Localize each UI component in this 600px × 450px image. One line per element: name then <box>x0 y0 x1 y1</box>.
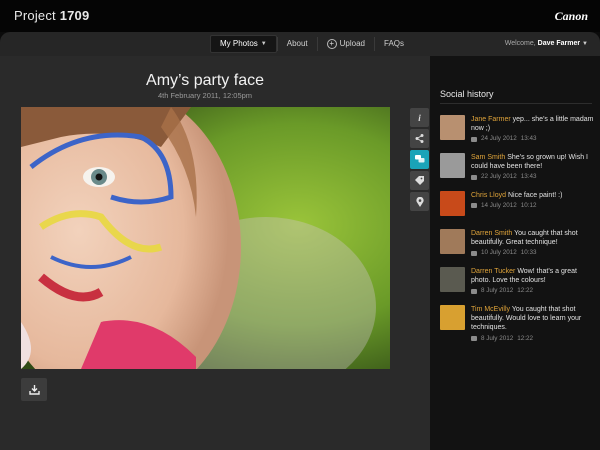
comments-icon[interactable] <box>410 150 429 169</box>
entry-text: Darren Tucker Wow! that’s a great photo.… <box>471 267 595 296</box>
avatar[interactable] <box>440 305 465 330</box>
main-photo[interactable] <box>21 107 390 369</box>
entry-date: 24 July 2012 <box>481 135 517 143</box>
entry-date: 14 July 2012 <box>481 202 517 210</box>
nav-faqs[interactable]: FAQs <box>375 35 413 53</box>
entry-date: 8 July 2012 <box>481 334 514 342</box>
comment-icon <box>471 335 477 341</box>
brand-number: 1709 <box>59 8 90 23</box>
entry-meta: 14 July 2012 10:12 <box>471 201 595 210</box>
entry-text: Darren Smith You caught that shot beauti… <box>471 229 595 258</box>
brand-prefix: Project <box>14 8 56 23</box>
entry-message: Nice face paint! :) <box>507 192 563 199</box>
photo-image <box>21 107 390 369</box>
entry-meta: 22 July 2012 13:43 <box>471 172 595 181</box>
welcome-label: Welcome, <box>504 40 536 47</box>
nav-upload[interactable]: + Upload <box>318 35 374 53</box>
entry-time: 12:22 <box>517 287 533 295</box>
chevron-down-icon: ▼ <box>582 41 588 47</box>
social-entry: Chris Lloyd Nice face paint! :) 14 July … <box>440 191 595 229</box>
social-entry: Jane Farmer yep... she’s a little madam … <box>440 115 595 153</box>
social-sidebar: Social history Jane Farmer yep... she’s … <box>430 56 600 450</box>
social-feed: Jane Farmer yep... she’s a little madam … <box>440 115 595 343</box>
download-icon <box>28 385 40 395</box>
entry-author[interactable]: Jane Farmer <box>471 116 511 123</box>
entry-time: 12:22 <box>517 334 533 342</box>
photo-panel: Amy’s party face 4th February 2011, 12:0… <box>0 56 430 450</box>
brand-bar: Project 1709 Canon <box>0 0 600 32</box>
avatar[interactable] <box>440 229 465 254</box>
entry-meta: 10 July 2012 10:33 <box>471 248 595 257</box>
entry-date: 22 July 2012 <box>481 173 517 181</box>
entry-meta: 8 July 2012 12:22 <box>471 334 595 343</box>
comment-icon <box>471 288 477 294</box>
nav-my-photos[interactable]: My Photos ▼ <box>210 35 277 53</box>
photo-date: 4th February 2011, 12:05pm <box>157 91 253 100</box>
entry-author[interactable]: Darren Smith <box>471 230 512 237</box>
sidebar-divider <box>440 103 592 104</box>
photo-toolbar: i <box>410 108 429 211</box>
avatar[interactable] <box>440 267 465 292</box>
nav-my-photos-label: My Photos <box>220 39 258 48</box>
social-entry: Sam Smith She’s so grown up! Wish I coul… <box>440 153 595 191</box>
entry-meta: 8 July 2012 12:22 <box>471 286 595 295</box>
entry-author[interactable]: Darren Tucker <box>471 268 515 275</box>
entry-author[interactable]: Tim McEvilly <box>471 306 510 313</box>
comment-icon <box>471 136 477 142</box>
photo-title: Amy’s party face <box>146 72 264 89</box>
comment-icon <box>471 174 477 180</box>
entry-text: Jane Farmer yep... she’s a little madam … <box>471 115 595 144</box>
nav-upload-label: Upload <box>339 39 366 48</box>
comment-icon <box>471 203 477 209</box>
entry-text: Sam Smith She’s so grown up! Wish I coul… <box>471 153 595 182</box>
social-entry: Darren Smith You caught that shot beauti… <box>440 229 595 267</box>
comment-icon <box>471 250 477 256</box>
social-entry: Tim McEvilly You caught that shot beauti… <box>440 305 595 343</box>
sidebar-title: Social history <box>440 89 494 99</box>
site-brand[interactable]: Project 1709 <box>14 8 89 23</box>
info-icon[interactable]: i <box>410 108 429 127</box>
entry-meta: 24 July 2012 13:43 <box>471 134 595 143</box>
avatar[interactable] <box>440 191 465 216</box>
entry-time: 10:33 <box>520 249 537 257</box>
canon-logo: Canon <box>554 9 588 23</box>
entry-author[interactable]: Chris Lloyd <box>471 192 506 199</box>
avatar[interactable] <box>440 153 465 178</box>
download-button[interactable] <box>21 378 47 401</box>
chevron-down-icon: ▼ <box>260 41 267 47</box>
user-menu[interactable]: Welcome, Dave Farmer ▼ <box>505 40 588 47</box>
share-icon[interactable] <box>410 129 429 148</box>
upload-icon: + <box>326 39 337 49</box>
entry-time: 10:12 <box>520 202 537 210</box>
entry-date: 10 July 2012 <box>481 249 517 257</box>
nav-bar: My Photos ▼ About + Upload FAQs Welcome, D… <box>0 32 600 56</box>
entry-text: Tim McEvilly You caught that shot beauti… <box>471 305 595 343</box>
entry-date: 8 July 2012 <box>481 287 514 295</box>
location-icon[interactable] <box>410 192 429 211</box>
avatar[interactable] <box>440 115 465 140</box>
main-nav: My Photos ▼ About + Upload FAQs <box>210 35 413 53</box>
user-name: Dave Farmer <box>537 40 581 47</box>
nav-about[interactable]: About <box>278 35 317 53</box>
entry-time: 13:43 <box>520 135 537 143</box>
entry-time: 13:43 <box>520 173 537 181</box>
tag-icon[interactable] <box>410 171 429 190</box>
entry-author[interactable]: Sam Smith <box>471 154 505 161</box>
social-entry: Darren Tucker Wow! that’s a great photo.… <box>440 267 595 305</box>
entry-text: Chris Lloyd Nice face paint! :) 14 July … <box>471 191 595 210</box>
